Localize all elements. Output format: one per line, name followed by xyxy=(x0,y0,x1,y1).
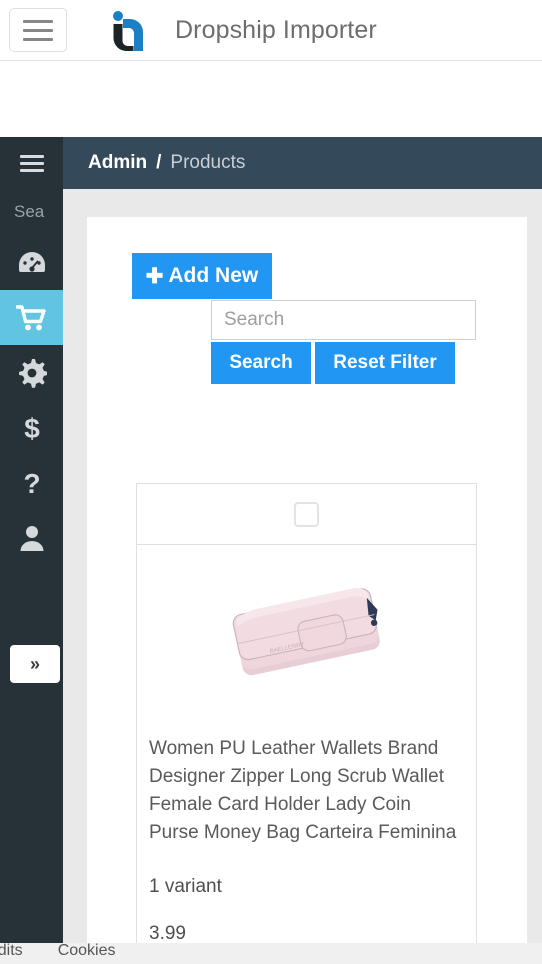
page-footer: Credits Cookies xyxy=(0,943,542,964)
dashboard-icon xyxy=(17,250,47,276)
brand[interactable]: Dropship Importer xyxy=(109,9,377,51)
breadcrumb-current: Products xyxy=(170,152,246,173)
app-title: Dropship Importer xyxy=(175,15,377,44)
search-input[interactable] xyxy=(211,300,476,340)
hamburger-icon-bar xyxy=(23,19,53,23)
question-mark-icon: ? xyxy=(21,468,43,498)
nav-toggle-button[interactable] xyxy=(9,8,67,52)
app-screen: Dropship Importer Sea $ ? » Admin / Prod… xyxy=(0,0,542,964)
sidebar-item-dashboard[interactable] xyxy=(0,235,63,290)
table-header-row xyxy=(137,484,476,545)
pink-wallet-image-icon: BAELLERRY xyxy=(207,559,407,709)
sidebar-item-account[interactable] xyxy=(0,510,63,565)
sidebar-item-products[interactable] xyxy=(0,290,63,345)
sidebar-item-help[interactable]: ? xyxy=(0,455,63,510)
table-row: BAELLERRY Women PU Leather Wallets Brand… xyxy=(137,545,476,958)
ia-brand-logo-icon xyxy=(109,9,149,51)
gear-icon xyxy=(17,358,47,388)
breadcrumb: Admin / Products xyxy=(63,137,542,189)
select-all-checkbox[interactable] xyxy=(294,501,319,527)
add-new-button[interactable]: ✚ Add New xyxy=(132,253,272,299)
user-icon xyxy=(19,524,45,552)
hamburger-icon-bar xyxy=(19,168,44,172)
page-body: ✚ Add New Search Reset Filter xyxy=(63,189,542,958)
svg-text:$: $ xyxy=(24,413,40,443)
content-panel: ✚ Add New Search Reset Filter xyxy=(87,217,527,958)
dollar-icon: $ xyxy=(21,413,43,443)
footer-link-cookies[interactable]: Cookies xyxy=(58,943,116,959)
hamburger-icon-bar xyxy=(23,28,53,32)
sidebar-toggle-button[interactable] xyxy=(0,137,63,189)
sidebar-search-text: Sea xyxy=(14,202,45,221)
hamburger-icon-bar xyxy=(23,37,53,41)
plus-icon: ✚ xyxy=(145,264,164,288)
products-table: BAELLERRY Women PU Leather Wallets Brand… xyxy=(136,483,477,958)
chevron-double-right-icon: » xyxy=(29,653,40,674)
sidebar-expand-button[interactable]: » xyxy=(10,645,60,683)
sidebar-search-input[interactable]: Sea xyxy=(0,189,63,235)
hamburger-icon-bar xyxy=(19,154,44,158)
sidebar: Sea $ ? » xyxy=(0,137,63,943)
sidebar-item-billing[interactable]: $ xyxy=(0,400,63,455)
select-all-cell xyxy=(137,484,476,544)
reset-filter-button[interactable]: Reset Filter xyxy=(315,342,455,384)
breadcrumb-root[interactable]: Admin xyxy=(88,152,147,174)
shopping-cart-icon xyxy=(15,304,48,332)
sidebar-item-settings[interactable] xyxy=(0,345,63,400)
hamburger-icon-bar xyxy=(19,161,44,165)
svg-text:?: ? xyxy=(23,468,40,498)
product-variants: 1 variant xyxy=(149,875,222,897)
top-navbar: Dropship Importer xyxy=(0,0,542,61)
footer-link-credits[interactable]: Credits xyxy=(0,943,23,959)
add-new-label: Add New xyxy=(168,264,259,287)
search-button[interactable]: Search xyxy=(211,342,311,384)
breadcrumb-separator: / xyxy=(156,152,162,173)
product-image-cell: BAELLERRY xyxy=(137,545,476,723)
product-title[interactable]: Women PU Leather Wallets Brand Designer … xyxy=(137,723,476,863)
header-gap-band xyxy=(0,61,542,137)
